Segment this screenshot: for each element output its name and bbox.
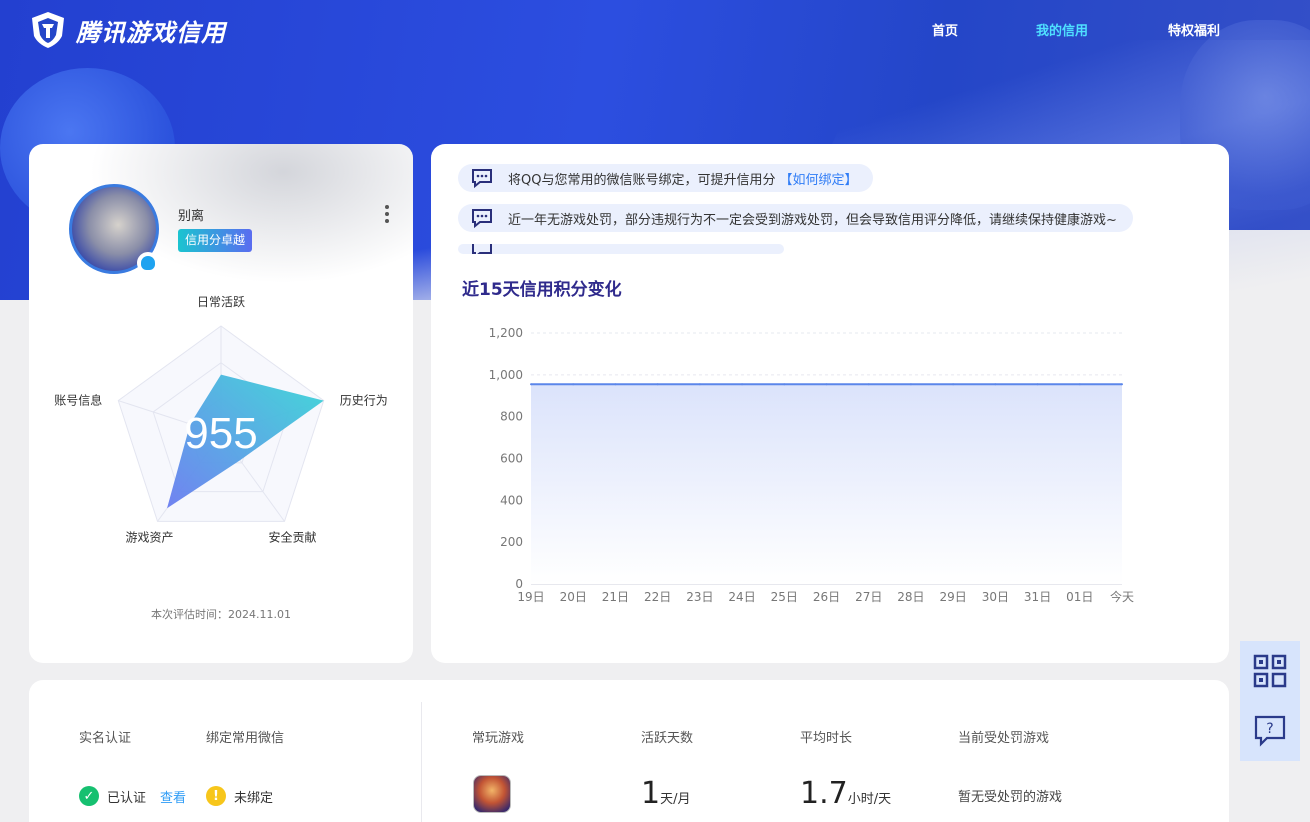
qq-icon — [137, 252, 159, 274]
wechat-label: 绑定常用微信 — [206, 731, 285, 746]
divider — [421, 702, 422, 822]
active-days-unit: 天/月 — [660, 792, 691, 807]
x-tick-label: 31日 — [1024, 590, 1051, 604]
x-tick-label: 01日 — [1066, 590, 1093, 604]
game-icon[interactable] — [473, 775, 511, 813]
data-point — [656, 383, 659, 386]
avg-time-value: 1.7小时/天 — [800, 776, 891, 811]
nav-home[interactable]: 首页 — [932, 20, 958, 39]
data-point — [952, 383, 955, 386]
check-icon: ✓ — [79, 786, 99, 806]
data-point — [741, 383, 744, 386]
avg-time-label: 平均时长 — [800, 731, 853, 746]
radar-label: 账号信息 — [54, 393, 102, 408]
punished-games-value: 暂无受处罚的游戏 — [958, 790, 1063, 805]
credit-score: 955 — [184, 409, 257, 458]
x-tick-label: 27日 — [855, 590, 882, 604]
data-point — [698, 383, 701, 386]
avg-time-unit: 小时/天 — [847, 792, 892, 807]
x-tick-label: 21日 — [602, 590, 629, 604]
realname-status-text: 已认证 — [107, 790, 147, 806]
radar-label: 安全贡献 — [268, 529, 316, 544]
credit-line-chart: 0 200 400 600 800 1,000 1,200 19日 20日 21日 22日 23日 24… — [489, 326, 1134, 604]
series-area — [531, 384, 1122, 584]
credit-level-badge: 信用分卓越 — [178, 229, 253, 252]
wechat-status: ! 未绑定 — [206, 786, 273, 806]
x-tick-label: 20日 — [560, 590, 587, 604]
qr-code-button[interactable] — [1240, 641, 1300, 701]
profile-card: 别离 信用分卓越 日常活跃历史行为安全贡献 游戏资产 账号信息 955 本次评估时间：… — [29, 144, 413, 663]
feedback-button[interactable]: ? — [1240, 701, 1300, 761]
evaluation-time: 本次评估时间：2024.11.01 — [151, 608, 291, 621]
y-tick-label: 1,000 — [489, 368, 523, 382]
radar-chart: 日常活跃历史行为安全贡献 游戏资产 账号信息 955 — [54, 295, 388, 544]
y-tick-label: 400 — [500, 493, 523, 507]
data-point — [994, 383, 997, 386]
punished-games-label: 当前受处罚游戏 — [958, 731, 1050, 746]
x-tick-label: 22日 — [644, 590, 671, 604]
y-tick-label: 200 — [500, 535, 523, 549]
top-nav: 首页 我的信用 特权福利 — [0, 20, 1310, 40]
x-tick-label: 30日 — [982, 590, 1009, 604]
view-realname-link[interactable]: 查看 — [160, 787, 186, 806]
credit-chart-card: 将QQ与您常用的微信账号绑定，可提升信用分 【如何绑定】 近一年无游戏处罚，部分… — [431, 144, 1229, 663]
feedback-question-icon: ? — [1254, 715, 1286, 747]
realname-status: ✓ 已认证 查看 — [79, 786, 186, 806]
data-point — [783, 383, 786, 386]
data-point — [572, 383, 575, 386]
y-tick-label: 600 — [500, 452, 523, 466]
x-tick-label: 19日 — [517, 590, 544, 604]
data-point — [867, 383, 870, 386]
radar-label: 日常活跃 — [197, 295, 245, 309]
x-tick-label: 28日 — [897, 590, 924, 604]
nav-privileges[interactable]: 特权福利 — [1168, 20, 1220, 39]
nav-my-credit[interactable]: 我的信用 — [1036, 20, 1088, 39]
frequent-games-label: 常玩游戏 — [472, 731, 525, 746]
qr-code-icon — [1253, 654, 1287, 688]
x-tick-label: 25日 — [771, 590, 798, 604]
nickname: 别离 — [178, 209, 205, 224]
data-point — [1036, 383, 1039, 386]
x-tick-label: 26日 — [813, 590, 840, 604]
data-point — [1121, 383, 1123, 386]
radar-label: 游戏资产 — [126, 530, 174, 544]
data-point — [530, 383, 532, 386]
y-tick-label: 0 — [515, 577, 523, 591]
data-point — [614, 383, 617, 386]
more-options-icon[interactable] — [383, 205, 391, 227]
data-point — [825, 383, 828, 386]
wechat-status-text: 未绑定 — [234, 790, 274, 806]
active-days-number: 1 — [641, 776, 661, 811]
radar-label: 历史行为 — [340, 394, 388, 408]
active-days-label: 活跃天数 — [641, 731, 694, 746]
active-days-value: 1天/月 — [641, 776, 690, 811]
x-tick-label: 24日 — [728, 590, 755, 604]
svg-text:?: ? — [1266, 721, 1273, 737]
x-tick-label: 29日 — [940, 590, 967, 604]
account-summary-card: 实名认证 绑定常用微信 ✓ 已认证 查看 ! 未绑定 常玩游戏 活跃天数 平均时… — [29, 680, 1229, 822]
data-point — [909, 383, 912, 386]
y-tick-label: 1,200 — [489, 326, 523, 340]
x-tick-label: 23日 — [686, 590, 713, 604]
x-tick-label: 今天 — [1110, 589, 1134, 604]
data-point — [1078, 383, 1081, 386]
avg-time-number: 1.7 — [800, 776, 848, 811]
y-tick-label: 800 — [500, 410, 523, 424]
realname-label: 实名认证 — [79, 731, 132, 746]
warning-icon: ! — [206, 786, 226, 806]
